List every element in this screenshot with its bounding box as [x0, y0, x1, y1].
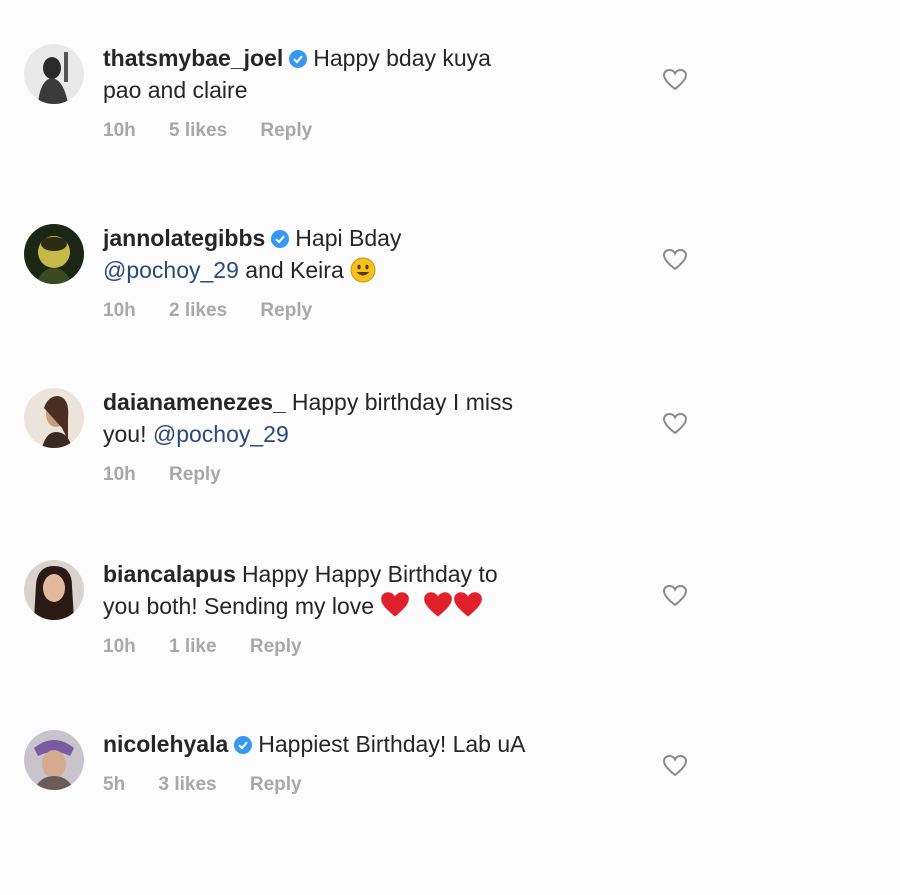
mention-link[interactable]: @pochoy_29: [103, 257, 239, 283]
comment-text: daianamenezes_ Happy birthday I miss you!…: [103, 386, 623, 450]
username[interactable]: nicolehyala: [103, 731, 228, 757]
likes-count[interactable]: 5 likes: [169, 120, 227, 141]
comment-time: 5h: [103, 774, 126, 795]
comment-time: 10h: [103, 636, 136, 657]
heart-icon[interactable]: [662, 68, 688, 92]
comment-text: biancalapus Happy Happy Birthday to you b…: [103, 558, 623, 622]
username[interactable]: biancalapus: [103, 561, 236, 587]
likes-count[interactable]: 1 like: [169, 636, 217, 657]
heart-icon[interactable]: [662, 584, 688, 608]
reply-button[interactable]: Reply: [260, 120, 312, 141]
username[interactable]: daianamenezes_: [103, 389, 286, 415]
comment-meta: 10h 2 likes Reply: [103, 300, 623, 322]
comment-text: jannolategibbs Hapi Bday @pochoy_29 and K…: [103, 222, 623, 286]
comment-time: 10h: [103, 464, 136, 485]
comment-text: nicolehyala Happiest Birthday! Lab uA: [103, 728, 623, 760]
comment-time: 10h: [103, 300, 136, 321]
comment-message: Happiest Birthday! Lab uA: [258, 731, 526, 757]
reply-button[interactable]: Reply: [250, 636, 302, 657]
verified-badge-icon: [271, 230, 290, 248]
comment-meta: 5h 3 likes Reply: [103, 774, 623, 796]
comment-meta: 10h 5 likes Reply: [103, 120, 623, 142]
likes-count[interactable]: 3 likes: [158, 774, 216, 795]
avatar[interactable]: [24, 388, 84, 448]
comment-message-cont: you!: [103, 421, 147, 447]
avatar[interactable]: [24, 224, 84, 284]
username[interactable]: jannolategibbs: [103, 225, 265, 251]
mention-link[interactable]: @pochoy_29: [153, 421, 289, 447]
heart-icon[interactable]: [662, 412, 688, 436]
comment-message: Happy Happy Birthday to: [241, 561, 498, 587]
reply-button[interactable]: Reply: [260, 300, 312, 321]
comment-message-cont: and Keira: [245, 257, 344, 283]
comment-time: 10h: [103, 120, 136, 141]
heart-icon[interactable]: [662, 754, 688, 778]
comment-message: Hapi Bday: [295, 225, 402, 251]
comment-meta: 10h 1 like Reply: [103, 636, 623, 658]
verified-badge-icon: [289, 50, 308, 68]
red-heart-emoji-icon: [453, 592, 482, 617]
verified-badge-icon: [234, 736, 253, 754]
comment-meta: 10h Reply: [103, 464, 623, 486]
username[interactable]: thatsmybae_joel: [103, 45, 283, 71]
likes-count[interactable]: 2 likes: [169, 300, 227, 321]
avatar[interactable]: [24, 560, 84, 620]
red-heart-emoji-icon: [423, 592, 452, 617]
comment-message-cont: you both! Sending my love: [103, 593, 375, 619]
reply-button[interactable]: Reply: [169, 464, 221, 485]
red-heart-emoji-icon: [381, 592, 410, 617]
comment-message-cont: pao and claire: [103, 77, 248, 103]
avatar[interactable]: [24, 730, 84, 790]
grinning-face-emoji-icon: [350, 257, 376, 283]
reply-button[interactable]: Reply: [250, 774, 302, 795]
avatar[interactable]: [24, 44, 84, 104]
heart-icon[interactable]: [662, 248, 688, 272]
comment-message: Happy birthday I miss: [291, 389, 513, 415]
comment-text: thatsmybae_joel Happy bday kuya pao and c…: [103, 42, 623, 106]
comment-message: Happy bday kuya: [313, 45, 491, 71]
